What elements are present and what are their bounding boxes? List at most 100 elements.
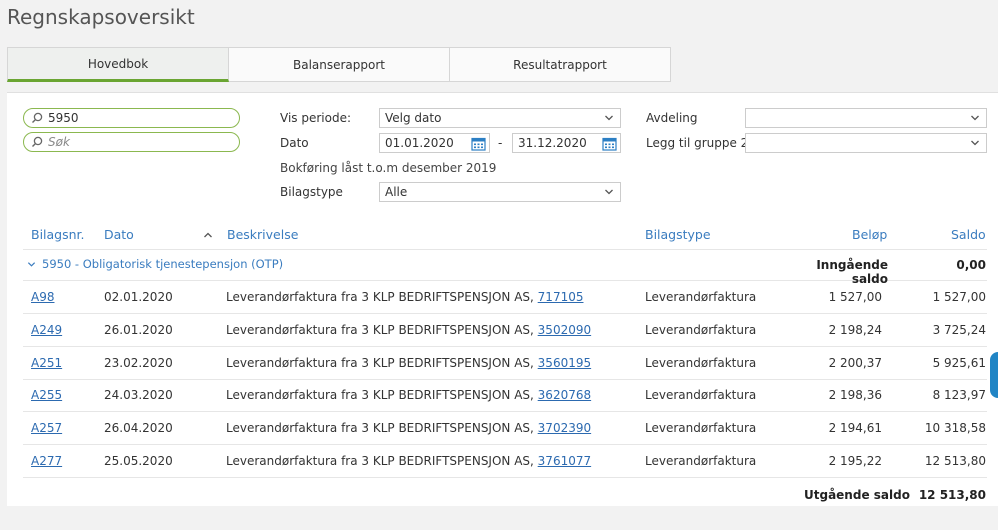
- avdeling-label: Avdeling: [646, 111, 698, 125]
- chevron-down-icon: [971, 140, 979, 146]
- row-date: 24.03.2020: [104, 388, 173, 402]
- table-row: A251 23.02.2020 Leverandørfaktura fra 3 …: [23, 347, 987, 380]
- table-row: A255 24.03.2020 Leverandørfaktura fra 3 …: [23, 379, 987, 412]
- dato-label: Dato: [280, 136, 309, 150]
- date-separator: -: [498, 136, 503, 150]
- search-icon: [32, 136, 43, 147]
- row-description: Leverandørfaktura fra 3 KLP BEDRIFTSPENS…: [226, 323, 591, 337]
- row-date: 26.01.2020: [104, 323, 173, 337]
- lock-info-text: Bokføring låst t.o.m desember 2019: [280, 161, 497, 175]
- col-header-saldo[interactable]: Saldo: [951, 227, 986, 242]
- table-row: A257 26.04.2020 Leverandørfaktura fra 3 …: [23, 412, 987, 445]
- row-description: Leverandørfaktura fra 3 KLP BEDRIFTSPENS…: [226, 421, 591, 435]
- invoice-ref-link[interactable]: 3560195: [538, 356, 591, 370]
- row-description-text: Leverandørfaktura fra 3 KLP BEDRIFTSPENS…: [226, 290, 538, 304]
- row-amount: 2 194,61: [828, 421, 882, 435]
- row-voucher-type: Leverandørfaktura: [645, 454, 757, 468]
- page-title: Regnskapsoversikt: [7, 5, 195, 29]
- free-search-input[interactable]: Søk: [23, 132, 240, 152]
- row-description-text: Leverandørfaktura fra 3 KLP BEDRIFTSPENS…: [226, 356, 538, 370]
- row-description: Leverandørfaktura fra 3 KLP BEDRIFTSPENS…: [226, 454, 591, 468]
- col-header-belop[interactable]: Beløp: [852, 227, 887, 242]
- tab-balanserapport[interactable]: Balanserapport: [229, 47, 450, 82]
- vis-periode-select[interactable]: Velg dato: [379, 108, 621, 128]
- bilagstype-label: Bilagstype: [280, 185, 343, 199]
- col-header-dato[interactable]: Dato: [104, 227, 134, 242]
- row-voucher-type: Leverandørfaktura: [645, 290, 757, 304]
- table-row: A277 25.05.2020 Leverandørfaktura fra 3 …: [23, 445, 987, 478]
- voucher-link[interactable]: A249: [31, 323, 62, 337]
- account-group-toggle[interactable]: 5950 - Obligatorisk tjenestepensjon (OTP…: [27, 257, 283, 271]
- closing-balance-value: 12 513,80: [918, 488, 986, 502]
- calendar-icon[interactable]: [471, 136, 486, 151]
- voucher-link[interactable]: A98: [31, 290, 54, 304]
- invoice-ref-link[interactable]: 3502090: [538, 323, 591, 337]
- account-search-value: 5950: [48, 111, 79, 125]
- chevron-down-icon: [27, 261, 36, 267]
- calendar-icon[interactable]: [602, 136, 617, 151]
- chevron-down-icon: [971, 115, 979, 121]
- voucher-link[interactable]: A255: [31, 388, 62, 402]
- gruppe-select[interactable]: [745, 133, 987, 153]
- vis-periode-label: Vis periode:: [280, 111, 351, 125]
- chevron-down-icon: [605, 115, 613, 121]
- sort-ascending-icon[interactable]: [203, 231, 213, 239]
- search-placeholder: Søk: [48, 135, 70, 149]
- side-help-tab[interactable]: [990, 352, 998, 398]
- row-balance: 5 925,61: [932, 356, 986, 370]
- col-header-bilagsnr[interactable]: Bilagsnr.: [31, 227, 85, 242]
- row-description-text: Leverandørfaktura fra 3 KLP BEDRIFTSPENS…: [226, 454, 538, 468]
- row-description: Leverandørfaktura fra 3 KLP BEDRIFTSPENS…: [226, 290, 583, 304]
- bilagstype-select[interactable]: Alle: [379, 182, 621, 202]
- row-amount: 2 200,37: [828, 356, 882, 370]
- account-group-label: 5950 - Obligatorisk tjenestepensjon (OTP…: [42, 257, 284, 271]
- row-amount: 1 527,00: [828, 290, 882, 304]
- date-to-input[interactable]: 31.12.2020: [512, 133, 621, 153]
- row-description: Leverandørfaktura fra 3 KLP BEDRIFTSPENS…: [226, 356, 591, 370]
- opening-balance-value: 0,00: [956, 258, 986, 272]
- invoice-ref-link[interactable]: 717105: [538, 290, 584, 304]
- row-amount: 2 195,22: [828, 454, 882, 468]
- row-date: 26.04.2020: [104, 421, 173, 435]
- ledger-panel: 5950 Søk Vis periode: Velg dato Dato 01.…: [7, 92, 998, 506]
- gruppe-label: Legg til gruppe 2: [646, 136, 749, 150]
- row-description: Leverandørfaktura fra 3 KLP BEDRIFTSPENS…: [226, 388, 591, 402]
- row-date: 02.01.2020: [104, 290, 173, 304]
- row-description-text: Leverandørfaktura fra 3 KLP BEDRIFTSPENS…: [226, 421, 538, 435]
- closing-balance-label: Utgående saldo: [804, 488, 910, 502]
- row-date: 23.02.2020: [104, 356, 173, 370]
- voucher-link[interactable]: A257: [31, 421, 62, 435]
- avdeling-select[interactable]: [745, 108, 987, 128]
- col-header-bilagstype[interactable]: Bilagstype: [645, 227, 711, 242]
- date-from-input[interactable]: 01.01.2020: [379, 133, 490, 153]
- page-footer-area: [7, 506, 998, 530]
- tab-resultatrapport[interactable]: Resultatrapport: [450, 47, 671, 82]
- invoice-ref-link[interactable]: 3761077: [538, 454, 591, 468]
- voucher-link[interactable]: A251: [31, 356, 62, 370]
- row-balance: 12 513,80: [924, 454, 986, 468]
- tab-hovedbok[interactable]: Hovedbok: [7, 47, 229, 82]
- row-voucher-type: Leverandørfaktura: [645, 421, 757, 435]
- row-voucher-type: Leverandørfaktura: [645, 356, 757, 370]
- row-voucher-type: Leverandørfaktura: [645, 323, 757, 337]
- voucher-link[interactable]: A277: [31, 454, 62, 468]
- account-search-input[interactable]: 5950: [23, 108, 240, 128]
- row-description-text: Leverandørfaktura fra 3 KLP BEDRIFTSPENS…: [226, 388, 538, 402]
- date-from-value: 01.01.2020: [385, 136, 454, 150]
- row-balance: 8 123,97: [932, 388, 986, 402]
- row-balance: 1 527,00: [932, 290, 986, 304]
- bilagstype-value: Alle: [385, 185, 408, 199]
- invoice-ref-link[interactable]: 3620768: [538, 388, 591, 402]
- row-voucher-type: Leverandørfaktura: [645, 388, 757, 402]
- table-row: A98 02.01.2020 Leverandørfaktura fra 3 K…: [23, 281, 987, 314]
- col-header-beskrivelse[interactable]: Beskrivelse: [227, 227, 298, 242]
- account-group-row: 5950 - Obligatorisk tjenestepensjon (OTP…: [23, 250, 987, 286]
- row-amount: 2 198,24: [828, 323, 882, 337]
- closing-balance-row: Utgående saldo 12 513,80: [23, 481, 987, 507]
- row-amount: 2 198,36: [828, 388, 882, 402]
- table-row: A249 26.01.2020 Leverandørfaktura fra 3 …: [23, 314, 987, 347]
- row-date: 25.05.2020: [104, 454, 173, 468]
- row-description-text: Leverandørfaktura fra 3 KLP BEDRIFTSPENS…: [226, 323, 538, 337]
- row-balance: 10 318,58: [924, 421, 986, 435]
- invoice-ref-link[interactable]: 3702390: [538, 421, 591, 435]
